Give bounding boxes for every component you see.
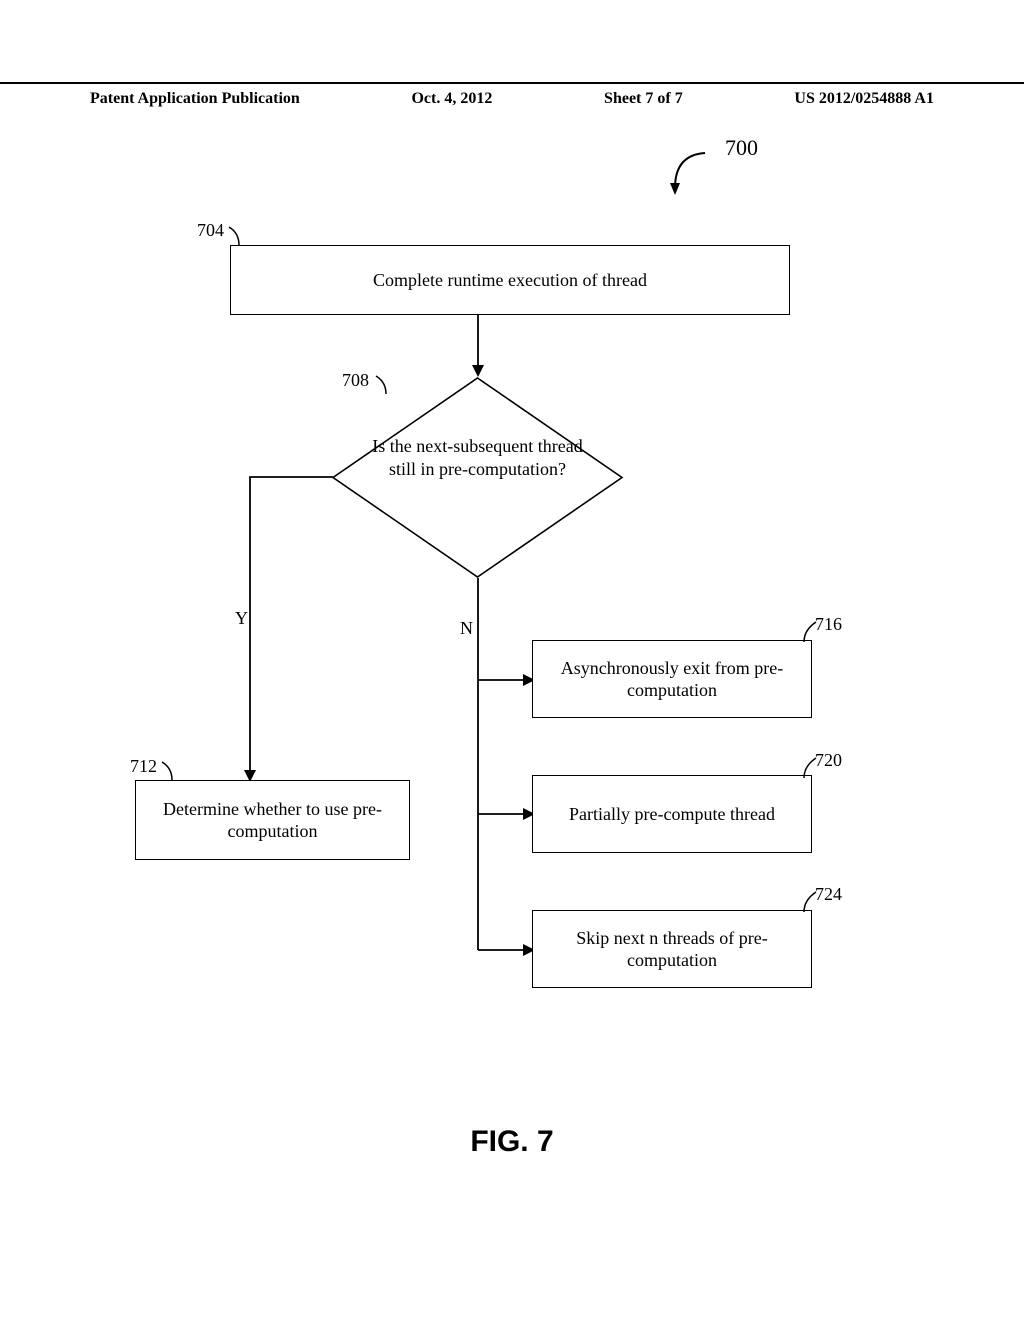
connector-y-path xyxy=(230,474,350,790)
publication-date: Oct. 4, 2012 xyxy=(411,90,492,108)
ref-tick-724 xyxy=(800,890,822,914)
decision-708: Is the next-subsequent thread still in p… xyxy=(330,375,625,580)
ref-tick-716 xyxy=(800,620,822,644)
figure-caption: FIG. 7 xyxy=(0,1125,1024,1159)
publication-type: Patent Application Publication xyxy=(90,90,300,108)
process-box-712: Determine whether to use pre-computation xyxy=(135,780,410,860)
ref-tick-720 xyxy=(800,756,822,780)
process-box-712-text: Determine whether to use pre-computation xyxy=(146,798,399,843)
decision-708-text: Is the next-subsequent thread still in p… xyxy=(370,435,585,480)
sheet-number: Sheet 7 of 7 xyxy=(604,90,683,108)
process-box-720: Partially pre-compute thread xyxy=(532,775,812,853)
figure-ref-arrow xyxy=(660,150,710,198)
figure-main-ref: 700 xyxy=(725,135,758,161)
arrow-704-to-708 xyxy=(468,315,488,381)
page-header: Patent Application Publication Oct. 4, 2… xyxy=(0,82,1024,112)
process-box-724: Skip next n threads of pre-computation xyxy=(532,910,812,988)
publication-number: US 2012/0254888 A1 xyxy=(794,90,934,108)
process-box-704: Complete runtime execution of thread xyxy=(230,245,790,315)
ref-label-708: 708 xyxy=(342,370,369,391)
process-box-720-text: Partially pre-compute thread xyxy=(569,803,775,826)
process-box-716: Asynchronously exit from pre-computation xyxy=(532,640,812,718)
decision-yes-label: Y xyxy=(235,608,248,629)
ref-tick-708 xyxy=(372,374,390,396)
process-box-724-text: Skip next n threads of pre-computation xyxy=(543,927,801,972)
process-box-704-text: Complete runtime execution of thread xyxy=(373,269,647,292)
ref-tick-712 xyxy=(158,760,176,782)
process-box-716-text: Asynchronously exit from pre-computation xyxy=(543,657,801,702)
ref-tick-704 xyxy=(225,225,243,247)
ref-label-712: 712 xyxy=(130,756,157,777)
decision-no-label: N xyxy=(460,618,473,639)
ref-label-704: 704 xyxy=(197,220,224,241)
